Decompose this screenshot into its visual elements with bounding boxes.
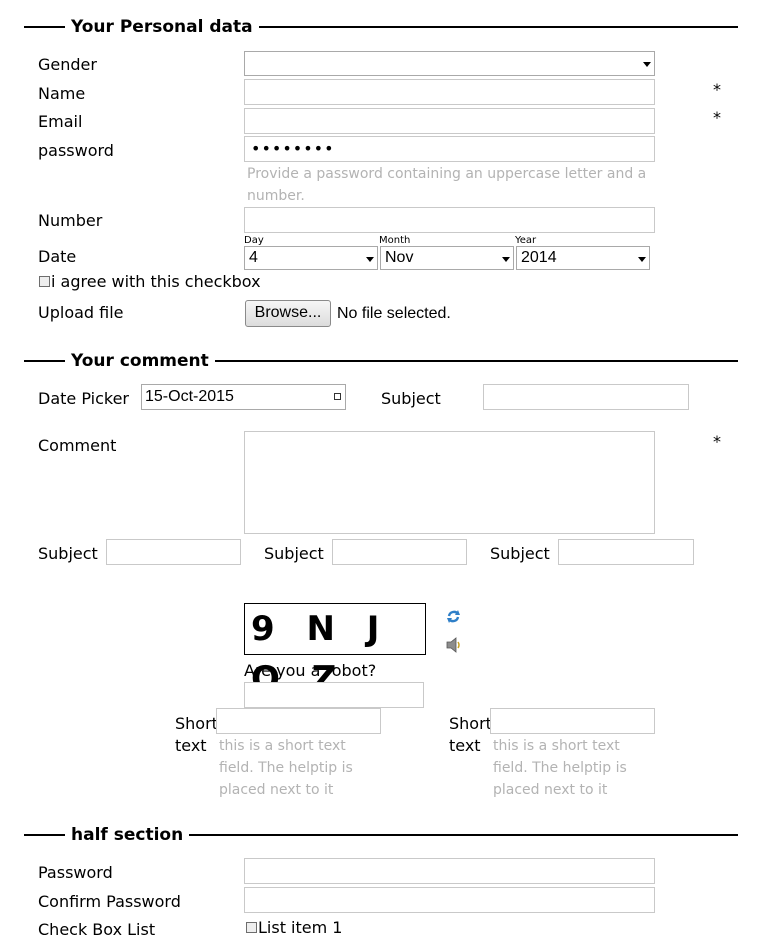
agree-checkbox[interactable]	[39, 276, 50, 287]
day-select[interactable]: 4	[244, 246, 378, 270]
section-title-personal: Your Personal data	[65, 17, 259, 37]
password-input[interactable]: ••••••••	[244, 136, 655, 162]
name-input[interactable]	[244, 79, 655, 105]
datepicker-label: Date Picker	[38, 389, 129, 408]
chevron-down-icon	[502, 257, 510, 262]
chevron-down-icon	[638, 257, 646, 262]
number-input[interactable]	[244, 207, 655, 233]
required-asterisk: *	[713, 432, 721, 451]
month-select[interactable]: Nov	[380, 246, 514, 270]
subject-label: Subject	[38, 544, 98, 563]
date-label: Date	[38, 247, 77, 266]
calendar-icon[interactable]	[334, 393, 341, 400]
number-label: Number	[38, 211, 103, 230]
subject-input[interactable]	[558, 539, 694, 565]
short-text-input[interactable]	[490, 708, 655, 734]
month-label: Month	[379, 235, 411, 246]
subject-label: Subject	[490, 544, 550, 563]
list-item-checkbox[interactable]	[246, 922, 257, 933]
datepicker-input[interactable]: 15-Oct-2015	[141, 384, 346, 410]
year-select[interactable]: 2014	[516, 246, 650, 270]
agree-label: i agree with this checkbox	[51, 272, 261, 291]
short-text-helptip: this is a short text field. The helptip …	[219, 738, 353, 798]
email-label: Email	[38, 112, 83, 131]
section-title-comment: Your comment	[65, 351, 215, 371]
chevron-down-icon	[643, 62, 651, 67]
audio-icon[interactable]	[446, 637, 462, 653]
email-input[interactable]	[244, 108, 655, 134]
browse-button[interactable]: Browse...	[245, 300, 331, 327]
comment-textarea[interactable]	[244, 431, 655, 534]
year-label: Year	[515, 235, 537, 246]
list-item-label: List item 1	[258, 918, 343, 937]
required-asterisk: *	[713, 108, 721, 127]
short-text-label: Short text	[449, 714, 491, 755]
subject-input[interactable]	[483, 384, 689, 410]
subject-input[interactable]	[106, 539, 241, 565]
refresh-icon[interactable]	[446, 609, 461, 624]
subject-input[interactable]	[332, 539, 467, 565]
comment-label: Comment	[38, 436, 117, 455]
upload-label: Upload file	[38, 303, 124, 322]
confirm-password-label: Confirm Password	[38, 892, 181, 911]
short-text-label: Short text	[175, 714, 217, 755]
subject-label: Subject	[381, 389, 441, 408]
password-label: password	[38, 141, 114, 160]
section-title-half: half section	[65, 825, 190, 845]
captcha-input[interactable]	[244, 682, 424, 708]
gender-label: Gender	[38, 55, 97, 74]
captcha-image: 9 N J Q Z	[244, 603, 426, 699]
password-helptip: Provide a password containing an upperca…	[247, 166, 647, 204]
password-input[interactable]	[244, 858, 655, 884]
confirm-password-input[interactable]	[244, 887, 655, 913]
gender-select[interactable]	[244, 51, 655, 76]
robot-question-label: Are you a robot?	[244, 661, 377, 680]
file-status: No file selected.	[337, 305, 451, 322]
password-label: Password	[38, 863, 113, 882]
day-label: Day	[244, 235, 264, 246]
checkbox-list-label: Check Box List	[38, 920, 156, 939]
name-label: Name	[38, 84, 86, 103]
subject-label: Subject	[264, 544, 324, 563]
short-text-helptip: this is a short text field. The helptip …	[493, 738, 627, 798]
chevron-down-icon	[366, 257, 374, 262]
short-text-input[interactable]	[216, 708, 381, 734]
required-asterisk: *	[713, 80, 721, 99]
